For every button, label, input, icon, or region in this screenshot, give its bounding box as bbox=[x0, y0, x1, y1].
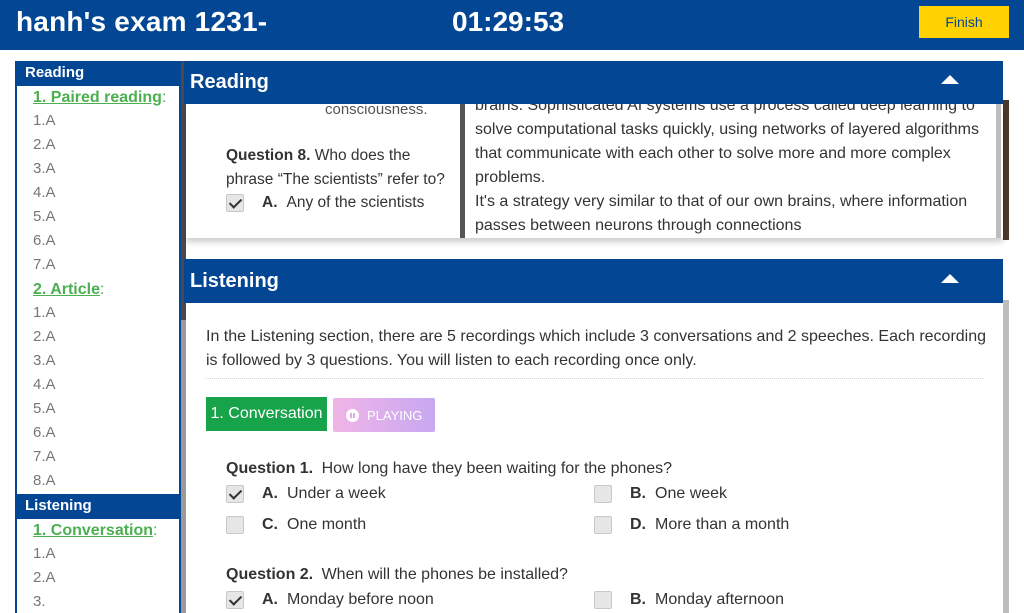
question-number: Question 8. bbox=[226, 147, 311, 164]
passage-paragraph: It's a strategy very similar to that of … bbox=[475, 193, 968, 234]
sidebar-part-conversation[interactable]: 1. Conversation: bbox=[17, 519, 179, 543]
checkbox-checked-icon[interactable] bbox=[226, 194, 244, 212]
sidebar-question[interactable]: 2.A bbox=[17, 326, 179, 350]
option-text: Monday before noon bbox=[287, 591, 434, 608]
answer-option-a[interactable]: A. Monday before noon bbox=[226, 591, 434, 609]
listening-instructions: In the Listening section, there are 5 re… bbox=[206, 328, 987, 369]
sidebar-question[interactable]: 2.A bbox=[17, 567, 179, 591]
playing-button[interactable]: PLAYING bbox=[333, 398, 435, 432]
page-scrollbar[interactable] bbox=[1003, 100, 1009, 240]
reading-panel-body: consciousness. Question 8. Who does the … bbox=[186, 104, 1003, 238]
sidebar-part-article[interactable]: 2. Article: bbox=[17, 278, 179, 302]
sidebar-question[interactable]: 2.A bbox=[17, 134, 179, 158]
checkbox-checked-icon[interactable] bbox=[226, 485, 244, 503]
option-text: Monday afternoon bbox=[655, 591, 784, 608]
question-8: Question 8. Who does the phrase “The sci… bbox=[226, 144, 458, 192]
option-letter: D. bbox=[630, 516, 646, 533]
sidebar-section-listening[interactable]: Listening bbox=[17, 494, 179, 519]
reading-panel-title: Reading bbox=[190, 71, 269, 93]
option-letter: C. bbox=[262, 516, 278, 533]
passage-paragraph: solve computational tasks quickly, using… bbox=[475, 121, 979, 186]
checkbox-icon[interactable] bbox=[594, 516, 612, 534]
collapse-caret-icon[interactable] bbox=[941, 75, 959, 84]
sidebar-question[interactable]: 5.A bbox=[17, 398, 179, 422]
question-number: Question 2. bbox=[226, 566, 314, 583]
option-letter: A. bbox=[262, 485, 278, 502]
sidebar-question[interactable]: 8.A bbox=[17, 470, 179, 494]
listening-panel-header[interactable]: Listening bbox=[184, 259, 1003, 303]
sidebar-question[interactable]: 6.A bbox=[17, 230, 179, 254]
page-scrollbar-track bbox=[1003, 300, 1009, 613]
sidebar-question[interactable]: 5.A bbox=[17, 206, 179, 230]
answer-option-c[interactable]: C. One month bbox=[226, 516, 366, 534]
checkbox-icon[interactable] bbox=[594, 591, 612, 609]
option-letter: A. bbox=[262, 194, 278, 211]
sidebar-section-reading[interactable]: Reading bbox=[17, 61, 179, 86]
sidebar-question[interactable]: 3. bbox=[17, 591, 179, 613]
listening-panel-body: In the Listening section, there are 5 re… bbox=[186, 303, 1003, 613]
sidebar-question[interactable]: 4.A bbox=[17, 374, 179, 398]
sidebar-part-paired-reading[interactable]: 1. Paired reading: bbox=[17, 86, 179, 110]
answer-option-b[interactable]: B. One week bbox=[594, 485, 727, 503]
option-text: One week bbox=[655, 485, 728, 502]
sidebar-question[interactable]: 1.A bbox=[17, 302, 179, 326]
sidebar-question[interactable]: 3.A bbox=[17, 158, 179, 182]
sidebar-question[interactable]: 4.A bbox=[17, 182, 179, 206]
option-letter: B. bbox=[630, 591, 646, 608]
sidebar-question[interactable]: 6.A bbox=[17, 422, 179, 446]
sidebar-part-label[interactable]: 2. Article bbox=[33, 281, 100, 298]
sidebar-question[interactable]: 7.A bbox=[17, 446, 179, 470]
divider bbox=[206, 378, 983, 379]
finish-button[interactable]: Finish bbox=[919, 6, 1009, 38]
checkbox-icon[interactable] bbox=[594, 485, 612, 503]
option-text: More than a month bbox=[655, 516, 790, 533]
question-text-cutoff: consciousness. bbox=[325, 104, 428, 118]
reading-passage: brains. Sophisticated AI systems use a p… bbox=[475, 104, 1000, 238]
question-text: How long have they been waiting for the … bbox=[321, 460, 673, 477]
checkbox-checked-icon[interactable] bbox=[226, 591, 244, 609]
collapse-caret-icon[interactable] bbox=[941, 274, 959, 283]
option-letter: B. bbox=[630, 485, 646, 502]
question-1: Question 1. How long have they been wait… bbox=[226, 460, 672, 478]
option-text: Under a week bbox=[287, 485, 386, 502]
question-text: When will the phones be installed? bbox=[321, 566, 568, 583]
option-text: One month bbox=[287, 516, 367, 533]
question-navigator: Reading 1. Paired reading: 1.A 2.A 3.A 4… bbox=[15, 61, 181, 613]
question-2: Question 2. When will the phones be inst… bbox=[226, 566, 568, 584]
sidebar-question[interactable]: 7.A bbox=[17, 254, 179, 278]
passage-cut-line: brains. Sophisticated AI systems use a p… bbox=[475, 104, 975, 114]
sidebar-part-label[interactable]: 1. Conversation bbox=[33, 522, 153, 539]
sidebar-question[interactable]: 1.A bbox=[17, 543, 179, 567]
pane-resize-handle[interactable] bbox=[460, 104, 465, 238]
passage-scrollbar[interactable] bbox=[996, 104, 1001, 238]
sidebar-part-label[interactable]: 1. Paired reading bbox=[33, 89, 162, 106]
playing-label: PLAYING bbox=[367, 407, 423, 423]
conversation-button[interactable]: 1. Conversation bbox=[206, 397, 327, 431]
sidebar-question[interactable]: 1.A bbox=[17, 110, 179, 134]
countdown-timer: 01:29:53 bbox=[452, 6, 565, 37]
answer-option-a[interactable]: A. Under a week bbox=[226, 485, 386, 503]
listening-panel-title: Listening bbox=[190, 269, 279, 292]
option-text: Any of the scientists bbox=[286, 194, 425, 211]
answer-option-d[interactable]: D. More than a month bbox=[594, 516, 789, 534]
pause-icon bbox=[346, 408, 359, 422]
question-number: Question 1. bbox=[226, 460, 314, 477]
checkbox-icon[interactable] bbox=[226, 516, 244, 534]
sidebar-question[interactable]: 3.A bbox=[17, 350, 179, 374]
top-bar: hanh's exam 1231- 01:29:53 Finish bbox=[0, 0, 1024, 50]
option-letter: A. bbox=[262, 591, 278, 608]
answer-option[interactable]: A. Any of the scientists bbox=[226, 194, 424, 212]
exam-title: hanh's exam 1231- bbox=[16, 6, 268, 37]
answer-option-b[interactable]: B. Monday afternoon bbox=[594, 591, 784, 609]
reading-panel-header[interactable]: Reading bbox=[184, 61, 1003, 104]
